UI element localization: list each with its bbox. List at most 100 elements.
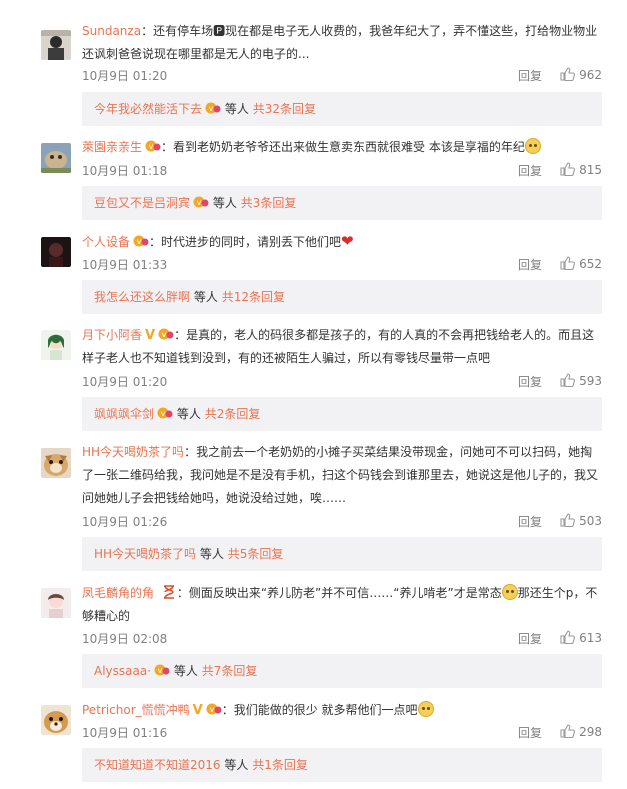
sub-reply-total[interactable]: 共1条回复 <box>252 758 308 772</box>
sub-reply-user[interactable]: 飒飒飒伞剑 <box>94 407 154 421</box>
sub-reply-user[interactable]: 豆包又不是吕洞宾 <box>94 196 190 210</box>
vip-badge-icon: v <box>154 664 170 676</box>
avatar[interactable] <box>41 330 71 360</box>
reply-button[interactable]: 回复 <box>518 513 542 530</box>
sub-reply-bar[interactable]: 豆包又不是吕洞宾 v 等人 共3条回复 <box>82 186 602 220</box>
sub-reply-total[interactable]: 共2条回复 <box>205 407 261 421</box>
comment-content: ：我们能做的很少 就多帮他们一点吧 <box>221 703 418 717</box>
avatar[interactable] <box>41 237 71 267</box>
comment-username[interactable]: 个人设备 <box>82 235 130 249</box>
reply-button[interactable]: 回复 <box>518 162 542 179</box>
comment-username[interactable]: HH今天喝奶茶了吗 <box>82 445 184 459</box>
like-button[interactable]: 613 <box>560 630 602 645</box>
avatar[interactable] <box>41 705 71 735</box>
comment-meta: 10月9日 02:08 回复 613 <box>82 630 602 646</box>
vip-badge-icon: v <box>145 140 161 152</box>
thumbs-up-icon <box>560 724 576 739</box>
sub-reply-user[interactable]: Alyssaaa· <box>94 664 151 678</box>
thumbs-up-icon <box>560 513 576 528</box>
sub-reply-user[interactable]: 我怎么还这么胖啊 <box>94 290 190 304</box>
svg-text:v: v <box>197 198 202 207</box>
sub-reply-total[interactable]: 共32条回复 <box>253 102 316 116</box>
sad-face-emoji-icon <box>524 138 541 154</box>
reply-button[interactable]: 回复 <box>518 630 542 647</box>
svg-text:v: v <box>137 237 142 246</box>
sub-reply-bar[interactable]: 我怎么还这么胖啊 等人 共12条回复 <box>82 280 602 314</box>
comment-content: ：看到老奶奶老爷爷还出来做生意卖东西就很难受 本该是享福的年纪 <box>161 140 525 154</box>
like-count: 613 <box>579 631 602 645</box>
sub-reply-user[interactable]: 今年我必然能活下去 <box>94 102 202 116</box>
sub-reply-bar[interactable]: Alyssaaa· v 等人 共7条回复 <box>82 654 602 688</box>
like-count: 593 <box>579 374 602 388</box>
svg-text:v: v <box>209 705 214 714</box>
like-button[interactable]: 503 <box>560 513 602 528</box>
comment-time: 10月9日 01:26 <box>82 515 168 529</box>
vip-badge-icon: v <box>193 196 209 208</box>
comment-time: 10月9日 02:08 <box>82 632 168 646</box>
comment-username[interactable]: Petrichor_慌慌冲鸭 <box>82 703 190 717</box>
comment-time: 10月9日 01:16 <box>82 726 168 740</box>
like-count: 298 <box>579 725 602 739</box>
reply-button[interactable]: 回复 <box>518 256 542 273</box>
reply-button[interactable]: 回复 <box>518 373 542 390</box>
verified-v-icon: V <box>192 703 203 718</box>
svg-text:v: v <box>149 142 154 151</box>
comment-meta: 10月9日 01:33 回复 652 <box>82 256 602 272</box>
comment-meta: 10月9日 01:20 回复 593 <box>82 373 602 389</box>
sub-reply-user[interactable]: HH今天喝奶茶了吗 <box>94 547 196 561</box>
sub-reply-etc: 等人 <box>224 102 249 116</box>
heart-icon: ❤ <box>341 232 354 250</box>
sub-reply-total[interactable]: 共5条回复 <box>228 547 284 561</box>
comment-content: ：时代进步的同时，请别丢下他们吧 <box>149 235 342 249</box>
sub-reply-bar[interactable]: 今年我必然能活下去 v 等人 共32条回复 <box>82 92 602 126</box>
avatar[interactable] <box>41 588 71 618</box>
thumbs-up-icon <box>560 67 576 82</box>
sub-reply-bar[interactable]: HH今天喝奶茶了吗 等人 共5条回复 <box>82 537 602 571</box>
svg-text:v: v <box>162 330 167 339</box>
comment-text: 个人设备 v ：时代进步的同时，请别丢下他们吧❤ <box>82 230 602 254</box>
sub-reply-bar[interactable]: 飒飒飒伞剑 v 等人 共2条回复 <box>82 397 602 431</box>
svg-text:v: v <box>158 666 163 675</box>
comment-text: Petrichor_慌慌冲鸭 Vv ：我们能做的很少 就多帮他们一点吧 <box>82 699 602 722</box>
like-count: 503 <box>579 514 602 528</box>
avatar[interactable] <box>41 143 71 173</box>
avatar[interactable] <box>41 448 71 478</box>
comment-username[interactable]: 萊園亲亲生 <box>82 140 142 154</box>
like-button[interactable]: 298 <box>560 724 602 739</box>
comment-meta: 10月9日 01:18 回复 815 <box>82 162 602 178</box>
sub-reply-etc: 等人 <box>199 547 224 561</box>
verified-v-icon: V <box>145 328 156 343</box>
reply-button[interactable]: 回复 <box>518 67 542 84</box>
sub-reply-etc: 等人 <box>212 196 237 210</box>
like-button[interactable]: 593 <box>560 373 602 388</box>
sub-reply-total[interactable]: 共7条回复 <box>202 664 258 678</box>
sub-reply-total[interactable]: 共12条回复 <box>222 290 285 304</box>
like-button[interactable]: 815 <box>560 162 602 177</box>
like-button[interactable]: 652 <box>560 256 602 271</box>
avatar[interactable] <box>41 30 71 60</box>
svg-text:v: v <box>209 104 214 113</box>
like-count: 815 <box>579 163 602 177</box>
sub-reply-etc: 等人 <box>193 290 218 304</box>
speechless-face-emoji-icon <box>501 584 518 600</box>
comment-time: 10月9日 01:20 <box>82 69 168 83</box>
comment-meta: 10月9日 01:26 回复 503 <box>82 513 602 529</box>
comment-text: HH今天喝奶茶了吗：我之前去一个老奶奶的小摊子买菜结果没带现金，问她可不可以扫码… <box>82 441 602 510</box>
comment-content: ：侧面反映出来“养儿防老”并不可信……“养儿啃老”才是常态 <box>176 586 502 600</box>
thumbs-up-icon <box>560 162 576 177</box>
comment-username[interactable]: 月下小阿香 <box>82 328 142 342</box>
reply-button[interactable]: 回复 <box>518 724 542 741</box>
vip-badge-icon: v <box>133 235 149 247</box>
comment-text: 凤毛麟角的角 ：侧面反映出来“养儿防老”并不可信……“养儿啃老”才是常态 那还生个… <box>82 582 602 628</box>
sub-reply-user[interactable]: 不知道知道不知道2016 <box>94 758 221 772</box>
sub-reply-etc: 等人 <box>176 407 201 421</box>
comment-meta: 10月9日 01:16 回复 298 <box>82 724 602 740</box>
sub-reply-total[interactable]: 共3条回复 <box>241 196 297 210</box>
sub-reply-bar[interactable]: 不知道知道不知道2016 等人 共1条回复 <box>82 748 602 782</box>
like-button[interactable]: 962 <box>560 67 602 82</box>
sad-face-emoji-icon <box>417 701 434 717</box>
comment-text: Sundanza：还有停车场🅿现在都是电子无人收费的，我爸年纪大了，弄不懂这些，… <box>82 20 602 66</box>
comment-time: 10月9日 01:18 <box>82 164 168 178</box>
comment-username[interactable]: Sundanza <box>82 24 141 38</box>
comment-username[interactable]: 凤毛麟角的角 <box>82 586 154 600</box>
